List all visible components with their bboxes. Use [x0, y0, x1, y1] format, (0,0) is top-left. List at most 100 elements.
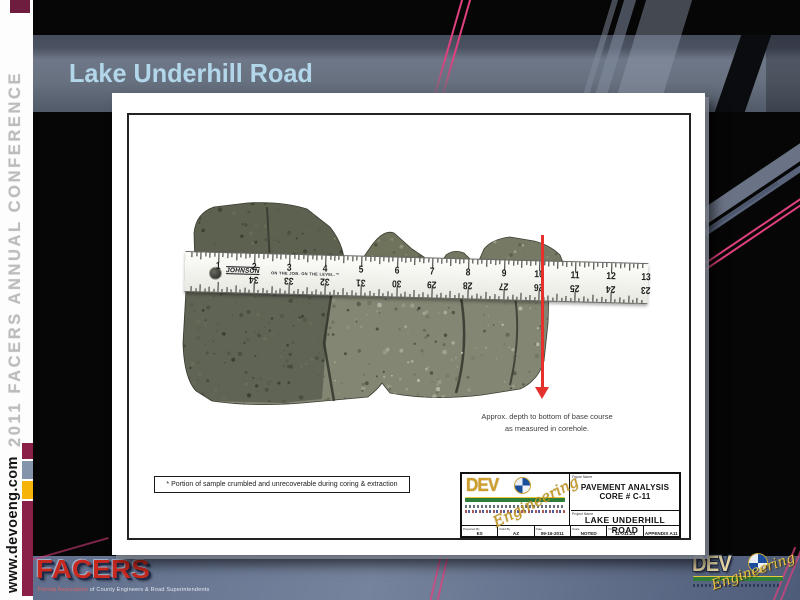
ruler-tick	[446, 259, 447, 263]
ruler-number-top: 4	[323, 264, 328, 275]
ruler-number-top: 8	[465, 267, 470, 278]
ruler-tick	[307, 287, 308, 294]
ruler-tick	[458, 293, 459, 298]
ruler-tick	[557, 294, 558, 301]
ruler-tick	[200, 252, 201, 259]
ruler-tick	[526, 261, 527, 265]
ruler-tick	[553, 262, 554, 266]
ruler-tick	[195, 288, 196, 292]
ruler-tick	[624, 264, 625, 268]
ruler-tick	[302, 291, 303, 295]
ruler-tick	[507, 296, 508, 300]
title-block-field: Prepared ByES	[462, 526, 498, 536]
ruler-tick	[641, 299, 642, 303]
ruler-tick	[562, 262, 563, 266]
ruler-tick	[419, 258, 420, 262]
ruler-tick	[620, 263, 621, 268]
ruler-tick	[450, 259, 451, 266]
ruler-number-top: 1	[216, 261, 221, 272]
ruler-tick	[365, 292, 366, 296]
ruler-tick	[516, 296, 517, 300]
slide-canvas: Lake Underhill Road 2011 FACERS ANNUAL C…	[0, 0, 800, 600]
annotation-line2: as measured in corehole.	[432, 423, 662, 435]
ruler-number-top: 5	[358, 265, 363, 276]
ruler-tick	[343, 256, 344, 263]
ruler-tick	[409, 293, 410, 297]
ruler-tick	[357, 256, 358, 260]
ruler-tick	[589, 263, 590, 267]
ruler-tick	[463, 295, 464, 299]
ruler-tick	[298, 289, 299, 294]
title-block-field: APPENDIX A11	[644, 526, 679, 536]
sidebar-accent-block	[22, 443, 33, 459]
ruler-tick	[428, 258, 429, 262]
ruler-tick	[347, 292, 348, 296]
ruler-tick	[592, 295, 593, 302]
ruler-tick	[485, 292, 486, 299]
ruler-tick	[236, 253, 237, 260]
ruler-tick	[571, 262, 572, 266]
ruler-tick	[244, 288, 245, 293]
devo-logo-titleblock: DEV Engineering	[462, 474, 570, 525]
ruler-tick	[522, 261, 523, 268]
ruler-tick	[548, 262, 549, 267]
ruler-tick	[405, 292, 406, 297]
ruler-number-bottom: 25	[570, 282, 580, 293]
ruler-tick	[299, 255, 300, 260]
ruler-tick	[222, 288, 223, 292]
ruler-tick	[231, 289, 232, 293]
ruler-number-bottom: 23	[641, 284, 651, 295]
ruler-tick	[472, 295, 473, 299]
ruler-tick	[205, 253, 206, 257]
ruler-tick	[513, 261, 514, 266]
ruler-tick	[267, 254, 268, 258]
field-value: AZ	[498, 531, 533, 536]
ruler-tick	[192, 252, 193, 257]
ruler-number-bottom: 30	[391, 277, 401, 288]
ruler-tick	[241, 253, 242, 257]
ruler-tick	[607, 263, 608, 267]
ruler-tick	[427, 294, 428, 298]
ruler-tick	[213, 288, 214, 292]
ruler-tick	[333, 290, 334, 295]
ruler-tick	[285, 255, 286, 259]
ruler-tick	[352, 256, 353, 261]
ruler-tick	[548, 296, 549, 301]
ruler-tick	[227, 253, 228, 258]
ruler-tick	[494, 294, 495, 299]
depth-arrow	[541, 235, 544, 389]
field-value: 09-16-2011	[535, 531, 570, 536]
ruler-number-top: 11	[570, 270, 579, 281]
ruler-number-bottom: 33	[284, 275, 294, 286]
ruler-tick	[445, 294, 446, 298]
ruler-number-top: 7	[430, 266, 435, 277]
ruler-tick	[606, 299, 607, 303]
ruler-number-top: 12	[606, 271, 616, 282]
ruler-tick	[476, 294, 477, 299]
ruler-tick	[406, 258, 407, 263]
sidebar-accent-block	[22, 461, 33, 479]
ruler-tick	[512, 295, 513, 300]
ruler-tick	[464, 259, 465, 263]
ruler-tick	[329, 291, 330, 295]
ruler-tick	[535, 261, 536, 265]
ruler-tick	[565, 296, 566, 301]
globe-icon	[514, 477, 531, 494]
ruler-tick	[566, 262, 567, 267]
ruler-tick	[214, 253, 215, 257]
ruler-tick	[481, 295, 482, 299]
ruler-tick	[473, 260, 474, 264]
field-value: 11-011.24	[607, 531, 642, 536]
ruler-number-bottom: 24	[606, 283, 616, 294]
note-box: * Portion of sample crumbled and unrecov…	[154, 476, 410, 493]
ruler-tick	[339, 256, 340, 260]
ruler-tick	[369, 291, 370, 296]
ruler-tick	[316, 289, 317, 294]
ruler-tick	[628, 296, 629, 303]
ruler-tick	[312, 255, 313, 259]
ruler-tick	[597, 298, 598, 302]
figure-name-cell: Figure Name PAVEMENT ANALYSIS CORE # C-1…	[571, 474, 679, 511]
ruler-tick	[441, 293, 442, 298]
title-block-fields: Prepared ByESField ByAZDate09-16-2011Sca…	[462, 525, 679, 536]
ruler-tick	[259, 254, 260, 258]
